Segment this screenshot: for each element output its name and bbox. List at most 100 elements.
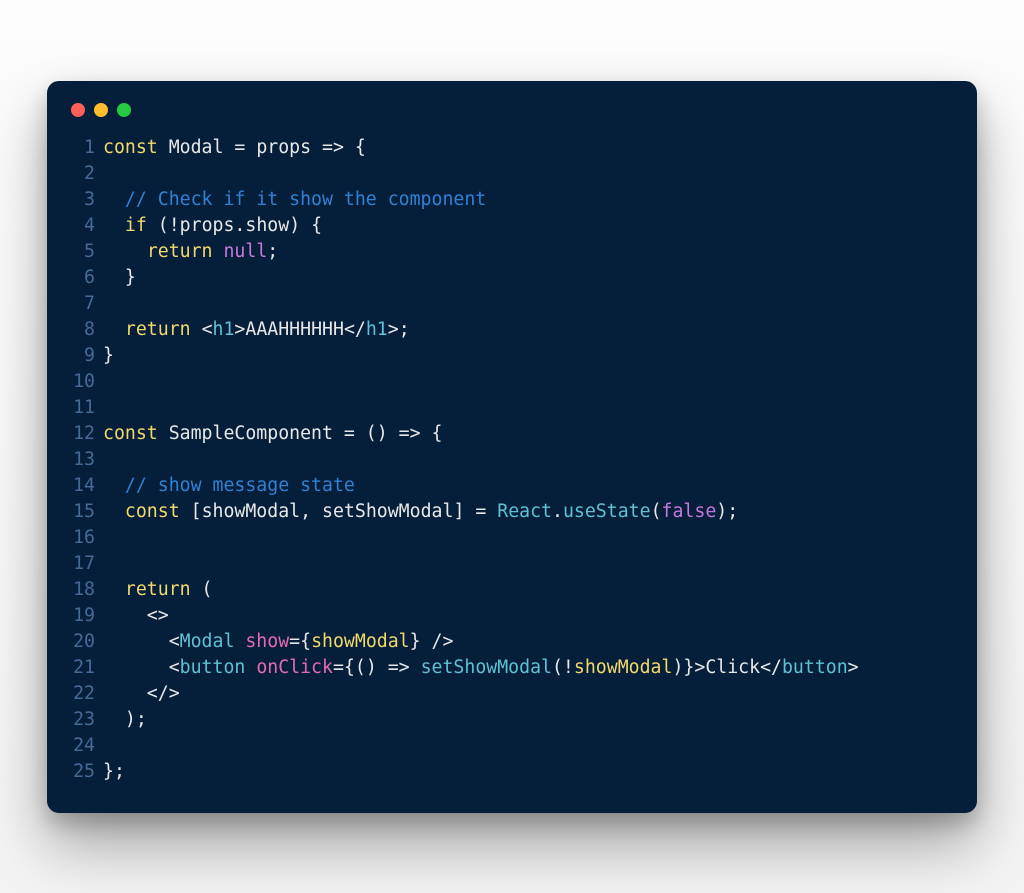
code-line[interactable]: 25}; [69, 759, 955, 785]
code-line[interactable]: 8 return <h1>AAAHHHHHH</h1>; [69, 317, 955, 343]
line-source[interactable]: const SampleComponent = () => { [103, 421, 955, 447]
token-op: ); [103, 709, 147, 730]
line-number: 13 [69, 447, 103, 473]
code-line[interactable]: 3 // Check if it show the component [69, 187, 955, 213]
token-op: (! [147, 215, 180, 236]
token-op [103, 475, 125, 496]
code-line[interactable]: 13 [69, 447, 955, 473]
zoom-icon[interactable] [117, 103, 131, 117]
token-op: [ [180, 501, 202, 522]
line-number: 1 [69, 135, 103, 161]
code-editor[interactable]: 1const Modal = props => {2 3 // Check if… [69, 135, 955, 785]
token-op: . [552, 501, 563, 522]
token-null: null [223, 241, 267, 262]
line-number: 14 [69, 473, 103, 499]
line-number: 21 [69, 655, 103, 681]
line-source[interactable] [103, 733, 955, 759]
line-number: 20 [69, 629, 103, 655]
code-line[interactable]: 9} [69, 343, 955, 369]
code-line[interactable]: 17 [69, 551, 955, 577]
line-source[interactable] [103, 447, 955, 473]
token-pr: setShowModal [322, 501, 453, 522]
line-source[interactable]: return null; [103, 239, 955, 265]
line-source[interactable]: <Modal show={showModal} /> [103, 629, 955, 655]
token-op: , [300, 501, 322, 522]
code-line[interactable]: 6 } [69, 265, 955, 291]
token-kw: return [125, 579, 191, 600]
token-kw: if [125, 215, 147, 236]
token-arg: showModal [311, 631, 410, 652]
token-op: ( [651, 501, 662, 522]
line-source[interactable]: } [103, 343, 955, 369]
code-line[interactable]: 1const Modal = props => { [69, 135, 955, 161]
code-line[interactable]: 4 if (!props.show) { [69, 213, 955, 239]
token-op: } [103, 267, 136, 288]
line-source[interactable]: return ( [103, 577, 955, 603]
line-source[interactable]: // Check if it show the component [103, 187, 955, 213]
line-source[interactable]: if (!props.show) { [103, 213, 955, 239]
token-op: . [234, 215, 245, 236]
token-tag: Modal [180, 631, 235, 652]
token-tag: button [180, 657, 246, 678]
token-op [103, 501, 125, 522]
line-source[interactable]: }; [103, 759, 955, 785]
token-op [103, 631, 169, 652]
token-op: = () => { [333, 423, 443, 444]
code-line[interactable]: 22 </> [69, 681, 955, 707]
token-op [103, 215, 125, 236]
token-op: = [223, 137, 256, 158]
code-line[interactable]: 11 [69, 395, 955, 421]
token-op: ; [267, 241, 278, 262]
line-number: 10 [69, 369, 103, 395]
code-line[interactable]: 5 return null; [69, 239, 955, 265]
code-line[interactable]: 18 return ( [69, 577, 955, 603]
token-pr: showModal [202, 501, 301, 522]
line-source[interactable] [103, 369, 955, 395]
token-kw: return [147, 241, 224, 262]
line-number: 15 [69, 499, 103, 525]
line-number: 19 [69, 603, 103, 629]
token-call: React [497, 501, 552, 522]
code-line[interactable]: 7 [69, 291, 955, 317]
line-source[interactable] [103, 525, 955, 551]
close-icon[interactable] [71, 103, 85, 117]
code-line[interactable]: 19 <> [69, 603, 955, 629]
token-op [103, 189, 125, 210]
token-op: ); [716, 501, 738, 522]
line-source[interactable] [103, 395, 955, 421]
code-line[interactable]: 21 <button onClick={() => setShowModal(!… [69, 655, 955, 681]
line-source[interactable]: // show message state [103, 473, 955, 499]
line-number: 18 [69, 577, 103, 603]
line-source[interactable] [103, 551, 955, 577]
token-op: } /> [410, 631, 454, 652]
token-op: => { [311, 137, 366, 158]
line-source[interactable] [103, 161, 955, 187]
line-source[interactable] [103, 291, 955, 317]
minimize-icon[interactable] [94, 103, 108, 117]
code-line[interactable]: 16 [69, 525, 955, 551]
code-line[interactable]: 2 [69, 161, 955, 187]
code-line[interactable]: 20 <Modal show={showModal} /> [69, 629, 955, 655]
line-source[interactable]: <button onClick={() => setShowModal(!sho… [103, 655, 955, 681]
line-source[interactable]: </> [103, 681, 955, 707]
code-line[interactable]: 14 // show message state [69, 473, 955, 499]
line-number: 3 [69, 187, 103, 213]
code-line[interactable]: 10 [69, 369, 955, 395]
line-source[interactable]: return <h1>AAAHHHHHH</h1>; [103, 317, 955, 343]
token-pnk: show [245, 631, 289, 652]
token-op [103, 241, 147, 262]
code-line[interactable]: 15 const [showModal, setShowModal] = Rea… [69, 499, 955, 525]
token-false: false [662, 501, 717, 522]
line-source[interactable]: const Modal = props => { [103, 135, 955, 161]
code-line[interactable]: 12const SampleComponent = () => { [69, 421, 955, 447]
line-source[interactable]: const [showModal, setShowModal] = React.… [103, 499, 955, 525]
line-number: 24 [69, 733, 103, 759]
token-ang: > [234, 319, 245, 340]
line-source[interactable]: } [103, 265, 955, 291]
line-source[interactable]: ); [103, 707, 955, 733]
code-line[interactable]: 23 ); [69, 707, 955, 733]
line-source[interactable]: <> [103, 603, 955, 629]
token-str: Click [705, 657, 760, 678]
token-arg: showModal [574, 657, 673, 678]
code-line[interactable]: 24 [69, 733, 955, 759]
